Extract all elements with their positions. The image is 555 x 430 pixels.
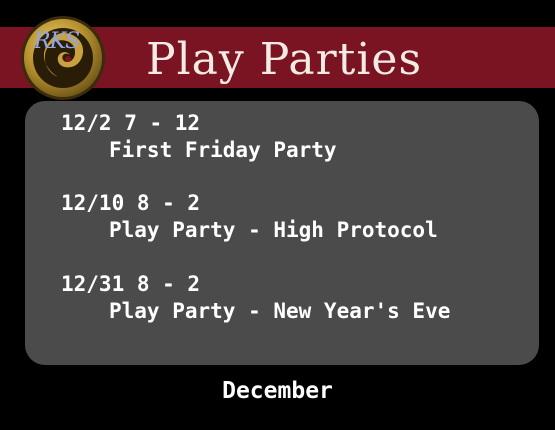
event-time: 12/2 7 - 12 — [61, 111, 201, 135]
events-panel: 12/2 7 - 12 First Friday Party 12/10 8 -… — [25, 101, 539, 365]
event-time: 12/10 8 - 2 — [61, 191, 201, 215]
event-title: First Friday Party — [109, 138, 337, 162]
logo-lettering: RKS — [34, 29, 80, 54]
rks-logo: RKS — [20, 15, 106, 101]
event-item: 12/2 7 - 12 First Friday Party — [61, 110, 337, 164]
event-title: Play Party - New Year's Eve — [109, 299, 451, 323]
event-item: 12/10 8 - 2 Play Party - High Protocol — [61, 190, 438, 244]
month-label: December — [222, 378, 333, 404]
event-item: 12/31 8 - 2 Play Party - New Year's Eve — [61, 271, 450, 325]
event-title: Play Party - High Protocol — [109, 218, 438, 242]
page-title: Play Parties — [146, 34, 423, 85]
logo-emblem-icon — [21, 16, 105, 100]
event-time: 12/31 8 - 2 — [61, 272, 201, 296]
